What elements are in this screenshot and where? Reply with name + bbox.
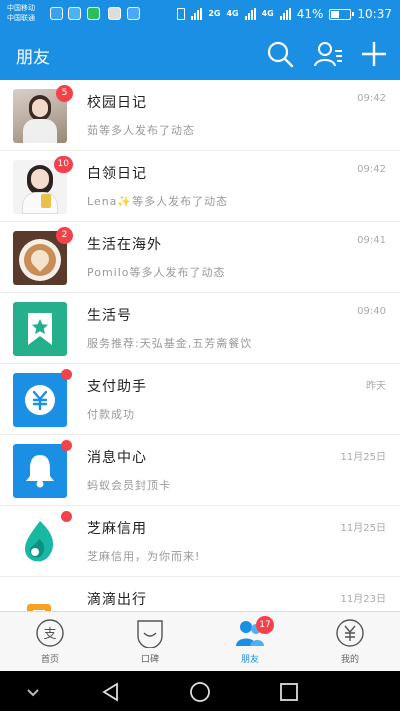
signal-icon: [279, 8, 291, 20]
list-item[interactable]: 10 白领日记 Lena✨等多人发布了动态 09:42: [0, 151, 400, 222]
search-icon[interactable]: [264, 38, 296, 70]
item-title: 支付助手: [87, 379, 147, 395]
list-item[interactable]: 2 生活在海外 Pomilo等多人发布了动态 09:41: [0, 222, 400, 293]
mine-icon: [336, 619, 364, 647]
battery-percent: 41%: [296, 7, 324, 21]
tab-mine[interactable]: 我的: [300, 612, 400, 671]
avatar: 5: [13, 85, 73, 143]
avatar: [13, 586, 67, 611]
clock: 10:37: [357, 7, 392, 21]
unread-dot: [61, 511, 72, 522]
status-indicators: 2G 4G 4G 41% 10:37: [177, 5, 392, 23]
page-title: 朋友: [16, 48, 50, 68]
battery-icon: [329, 8, 355, 20]
tab-label: 朋友: [240, 655, 259, 665]
item-subtitle: 服务推荐:天弘基金,五芳斋餐饮: [87, 337, 253, 350]
item-time: 09:41: [357, 235, 386, 246]
item-title: 芝麻信用: [87, 521, 147, 537]
list-item[interactable]: 支付助手 付款成功 昨天: [0, 364, 400, 435]
image-icon: [127, 7, 140, 20]
yen-icon: [13, 373, 67, 427]
item-title: 消息中心: [87, 450, 147, 466]
add-icon[interactable]: [358, 38, 390, 70]
wechat-icon: [87, 7, 100, 20]
tab-koubei[interactable]: 口碑: [100, 612, 200, 671]
unread-badge: 10: [53, 156, 73, 173]
tab-label: 首页: [40, 655, 59, 665]
item-time: 11月25日: [340, 523, 386, 534]
signal-icon: [244, 8, 256, 20]
item-title: 校园日记: [87, 95, 147, 111]
conversation-list[interactable]: 5 校园日记 茹等多人发布了动态 09:42 10 白领日记 Lena✨等多人发…: [0, 80, 400, 611]
app-notification-icon: [50, 7, 63, 20]
item-title: 生活号: [87, 308, 132, 324]
unread-badge: 5: [56, 85, 73, 102]
item-title: 生活在海外: [87, 237, 162, 253]
item-subtitle: 茹等多人发布了动态: [87, 124, 195, 137]
vibrate-icon: [177, 8, 186, 20]
bell-icon: [13, 444, 67, 498]
carrier-labels: 中国移动 中国联通: [7, 3, 35, 23]
network-4g: 4G: [226, 9, 239, 18]
item-subtitle: 蚂蚁会员封顶卡: [87, 479, 171, 492]
chevron-down-icon[interactable]: [22, 681, 44, 703]
koubei-icon: [137, 620, 163, 648]
item-subtitle: 付款成功: [87, 408, 135, 421]
item-title: 白领日记: [87, 166, 147, 182]
svg-text:支: 支: [43, 627, 56, 642]
item-time: 11月23日: [340, 594, 386, 605]
bottom-tab-bar: 支 首页 口碑 17 朋友 我的: [0, 611, 400, 671]
back-icon[interactable]: [100, 681, 122, 703]
list-item[interactable]: 5 校园日记 茹等多人发布了动态 09:42: [0, 80, 400, 151]
tab-label: 我的: [340, 655, 359, 665]
app-header: 朋友: [0, 28, 400, 80]
status-bar: 中国移动 中国联通 2G 4G 4G 41% 10:37: [0, 0, 400, 28]
avatar: [13, 302, 67, 356]
item-time: 11月25日: [340, 452, 386, 463]
item-time: 09:42: [357, 93, 386, 104]
item-subtitle: 芝麻信用，为你而来!: [87, 550, 201, 563]
recents-icon[interactable]: [278, 681, 300, 703]
unread-badge: 2: [56, 227, 73, 244]
home-icon: 支: [36, 619, 64, 647]
battery-level: [331, 10, 340, 18]
carrier-2: 中国联通: [7, 14, 35, 22]
item-time: 昨天: [366, 381, 386, 392]
qr-icon: [108, 7, 121, 20]
avatar: 2: [13, 227, 73, 285]
item-title: 滴滴出行: [87, 592, 147, 608]
list-item[interactable]: 滴滴出行 11月23日: [0, 577, 400, 611]
item-time: 09:42: [357, 164, 386, 175]
unread-dot: [61, 369, 72, 380]
tab-home[interactable]: 支 首页: [0, 612, 100, 671]
tab-friends[interactable]: 17 朋友: [200, 612, 300, 671]
carrier-1: 中国移动: [7, 4, 35, 12]
bookmark-star-icon: [13, 302, 67, 356]
avatar: [13, 440, 72, 498]
app-notification-icon: [68, 7, 81, 20]
network-4g: 4G: [261, 9, 274, 18]
system-nav-bar: [0, 671, 400, 711]
home-button-icon[interactable]: [189, 681, 211, 703]
contacts-icon[interactable]: [312, 38, 344, 70]
avatar: [13, 369, 72, 427]
item-time: 09:40: [357, 306, 386, 317]
tab-badge: 17: [256, 616, 274, 634]
sesame-icon: [13, 515, 67, 569]
network-2g: 2G: [208, 9, 221, 18]
didi-icon: [13, 586, 67, 611]
signal-icon: [191, 8, 203, 20]
unread-dot: [61, 440, 72, 451]
list-item[interactable]: 芝麻信用 芝麻信用，为你而来! 11月25日: [0, 506, 400, 577]
item-subtitle: Lena✨等多人发布了动态: [87, 195, 229, 208]
list-item[interactable]: 生活号 服务推荐:天弘基金,五芳斋餐饮 09:40: [0, 293, 400, 364]
tab-label: 口碑: [140, 655, 159, 665]
item-subtitle: Pomilo等多人发布了动态: [87, 266, 226, 279]
avatar: [13, 511, 72, 569]
list-item[interactable]: 消息中心 蚂蚁会员封顶卡 11月25日: [0, 435, 400, 506]
avatar: 10: [13, 156, 73, 214]
